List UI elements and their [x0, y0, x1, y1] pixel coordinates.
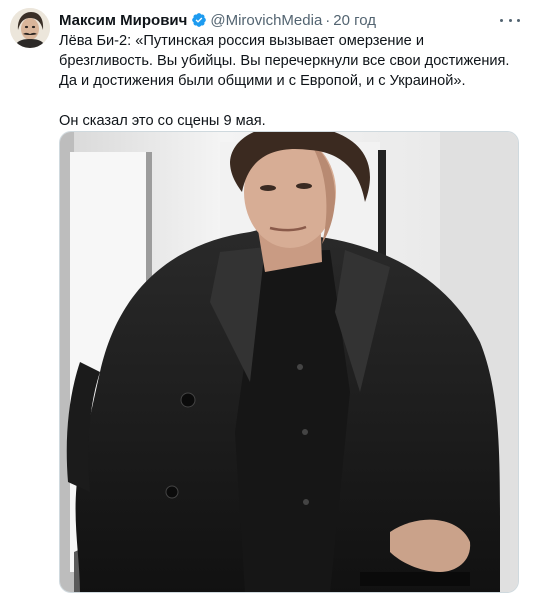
tweet-card: Максим Мирович @MirovichMedia · 20 год Лёва… — [0, 0, 534, 597]
separator-dot: · — [325, 12, 331, 29]
more-options-icon[interactable] — [500, 12, 520, 28]
tweet-photo[interactable] — [59, 131, 519, 593]
author-name[interactable]: Максим Мирович — [59, 12, 187, 29]
tweet-timestamp[interactable]: 20 год — [333, 12, 376, 29]
author-handle[interactable]: @MirovichMedia — [210, 12, 322, 29]
author-avatar[interactable] — [10, 8, 50, 48]
tweet-paragraph-1: Лёва Би-2: «Путинская россия вызывает ом… — [59, 33, 510, 89]
tweet-paragraph-2: Он сказал это со сцены 9 мая. — [59, 113, 266, 129]
tweet-header: Максим Мирович @MirovichMedia · 20 год — [59, 11, 376, 31]
tweet-text: Лёва Би-2: «Путинская россия вызывает ом… — [59, 31, 521, 131]
verified-badge-icon — [191, 12, 207, 28]
